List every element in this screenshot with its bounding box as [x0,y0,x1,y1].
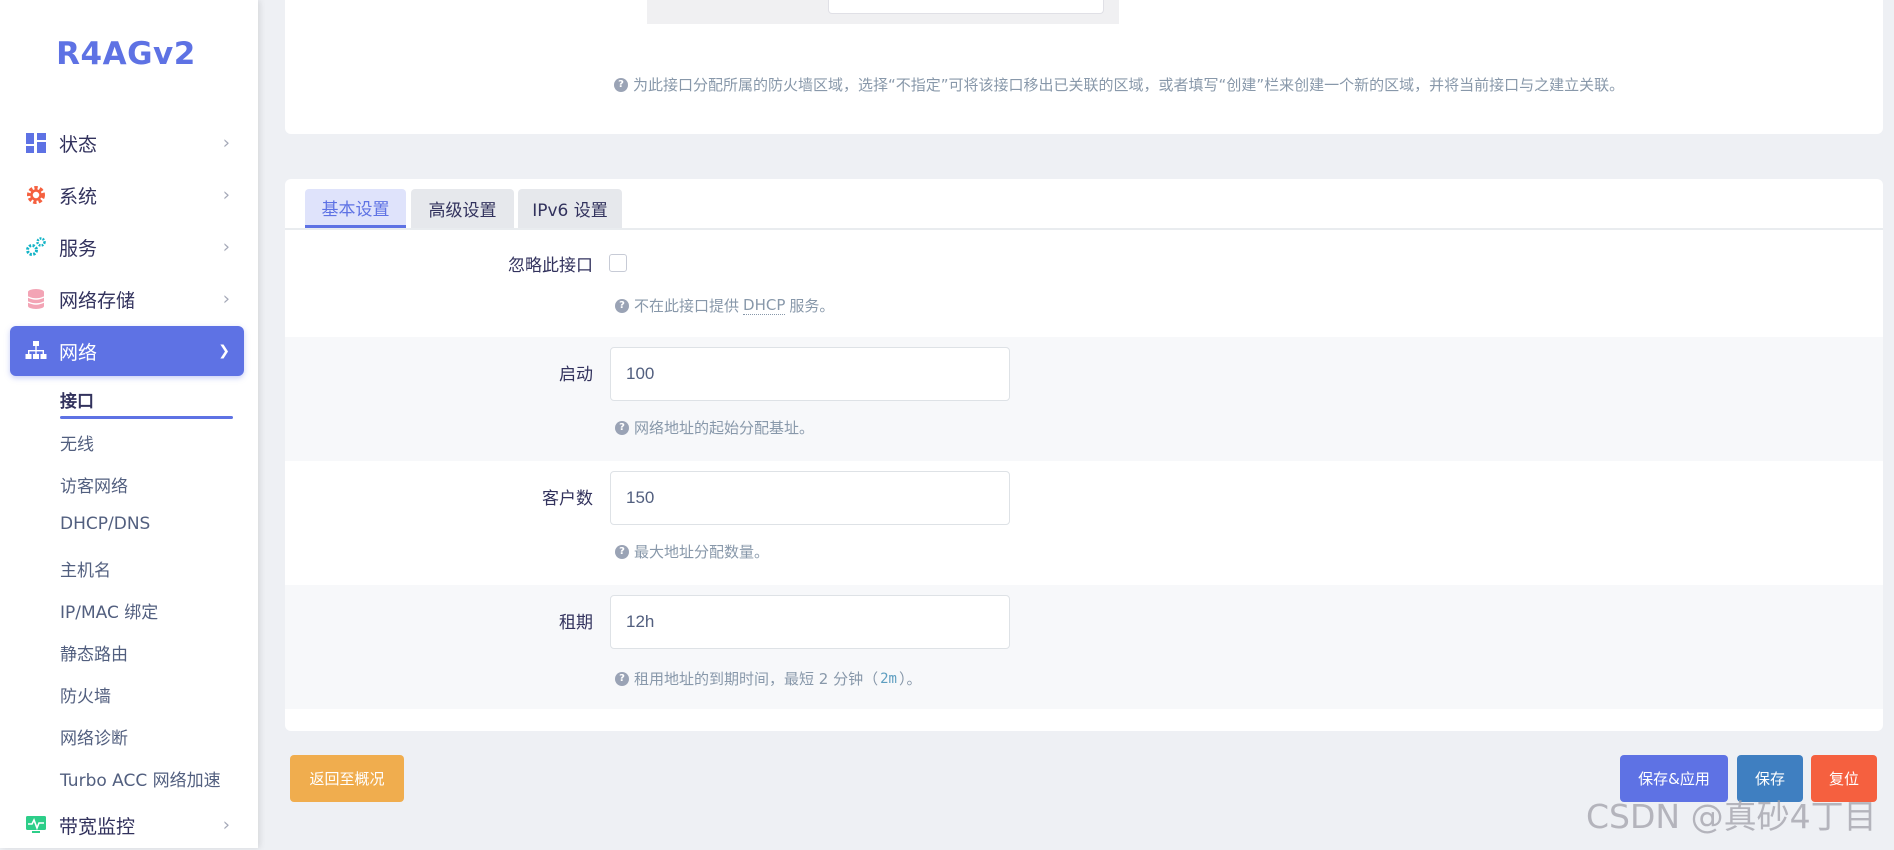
chevron-right-icon: › [222,236,230,258]
lease-help: ? 租用地址的到期时间，最短 2 分钟（ 2m ）。 [615,668,921,689]
sidebar-item-storage[interactable]: 网络存储 › [10,274,244,324]
firewall-zone-select[interactable] [828,0,1104,14]
start-input[interactable] [610,347,1010,401]
sidebar-item-services[interactable]: 服务 › [10,222,244,272]
chevron-right-icon: › [222,814,230,836]
database-icon [25,288,47,310]
ignore-interface-checkbox[interactable] [609,254,627,272]
submenu-item-dhcp-dns[interactable]: DHCP/DNS [60,514,150,534]
help-text: 最大地址分配数量。 [634,543,770,561]
help-icon: ? [615,298,629,313]
back-to-overview-button[interactable]: 返回至概况 [290,755,404,802]
form-row-start: 启动 ? 网络地址的起始分配基址。 [285,337,1883,461]
sidebar-item-label: 服务 [59,237,98,260]
sidebar-item-label: 状态 [59,133,98,156]
sidebar-item-system[interactable]: 系统 › [10,170,244,220]
limit-help: ? 最大地址分配数量。 [615,541,769,562]
help-text: 租用地址的到期时间，最短 2 分钟（ [634,670,879,688]
help-code: 2m [880,670,897,687]
tab-basic-settings[interactable]: 基本设置 [305,189,406,228]
dhcp-server-card: 基本设置 高级设置 IPv6 设置 忽略此接口 ? 不在此接口提供 DHCP 服… [285,179,1883,731]
firewall-zone-help: ? 为此接口分配所属的防火墙区域，选择“不指定”可将该接口移出已关联的区域，或者… [614,74,1624,95]
submenu-item-wireless[interactable]: 无线 [60,430,94,455]
chevron-down-icon: ❯ [218,343,230,359]
lease-input[interactable] [610,595,1010,649]
sidebar: R4AGv2 状态 › 系统 › 服务 › 网络存储 › 网络 ❯ 接口 无线 … [0,0,258,848]
form-row-lease: 租期 ? 租用地址的到期时间，最短 2 分钟（ 2m ）。 [285,585,1883,709]
submenu-item-diagnostics[interactable]: 网络诊断 [60,724,128,749]
start-label: 启动 [559,365,593,385]
chevron-right-icon: › [222,288,230,310]
help-icon: ? [614,77,628,92]
firewall-zone-help-text: 为此接口分配所属的防火墙区域，选择“不指定”可将该接口移出已关联的区域，或者填写… [633,76,1625,94]
submenu-item-interfaces[interactable]: 接口 [60,387,94,412]
sidebar-item-label: 网络 [59,341,98,364]
sidebar-item-label: 网络存储 [59,289,136,312]
sidebar-item-network[interactable]: 网络 ❯ [10,326,244,376]
lease-label: 租期 [559,613,593,633]
gear-icon [25,184,47,206]
services-icon [25,236,47,258]
dashboard-icon [25,132,47,154]
sidebar-item-bandwidth-monitor[interactable]: 带宽监控 › [10,800,244,850]
submenu-item-guest-network[interactable]: 访客网络 [60,472,128,497]
limit-label: 客户数 [542,489,593,509]
network-icon [25,340,47,362]
watermark: CSDN @真砂4丁目 [1586,797,1877,836]
submenu-item-ip-mac-binding[interactable]: IP/MAC 绑定 [60,598,158,623]
tab-advanced-settings[interactable]: 高级设置 [411,189,514,228]
tab-ipv6-settings[interactable]: IPv6 设置 [518,189,622,228]
help-icon: ? [615,671,629,686]
submenu-item-hostnames[interactable]: 主机名 [60,556,111,581]
limit-input[interactable] [610,471,1010,525]
monitor-icon [25,814,47,836]
help-text: 不在此接口提供 [634,297,740,315]
active-submenu-indicator [60,416,233,419]
ignore-interface-help: ? 不在此接口提供 DHCP 服务。 [615,295,834,316]
start-help: ? 网络地址的起始分配基址。 [615,417,814,438]
submenu-item-static-routes[interactable]: 静态路由 [60,640,128,665]
form-row-ignore: 忽略此接口 ? 不在此接口提供 DHCP 服务。 [285,232,1883,337]
form-row-limit: 客户数 ? 最大地址分配数量。 [285,461,1883,585]
sidebar-item-status[interactable]: 状态 › [10,118,244,168]
sidebar-item-label: 系统 [59,185,98,208]
help-text: 服务。 [789,297,835,315]
brand-logo[interactable]: R4AGv2 [0,36,252,72]
submenu-item-firewall[interactable]: 防火墙 [60,682,111,707]
chevron-right-icon: › [222,184,230,206]
chevron-right-icon: › [222,132,230,154]
sidebar-item-label: 带宽监控 [59,815,136,838]
ignore-interface-label: 忽略此接口 [508,256,593,276]
help-icon: ? [615,420,629,435]
dhcp-abbreviation: DHCP [743,296,786,315]
help-icon: ? [615,544,629,559]
submenu-item-turbo-acc[interactable]: Turbo ACC 网络加速 [60,766,221,791]
help-text: 网络地址的起始分配基址。 [634,419,815,437]
help-text: ）。 [898,670,922,688]
tab-bar: 基本设置 高级设置 IPv6 设置 [285,179,1883,230]
